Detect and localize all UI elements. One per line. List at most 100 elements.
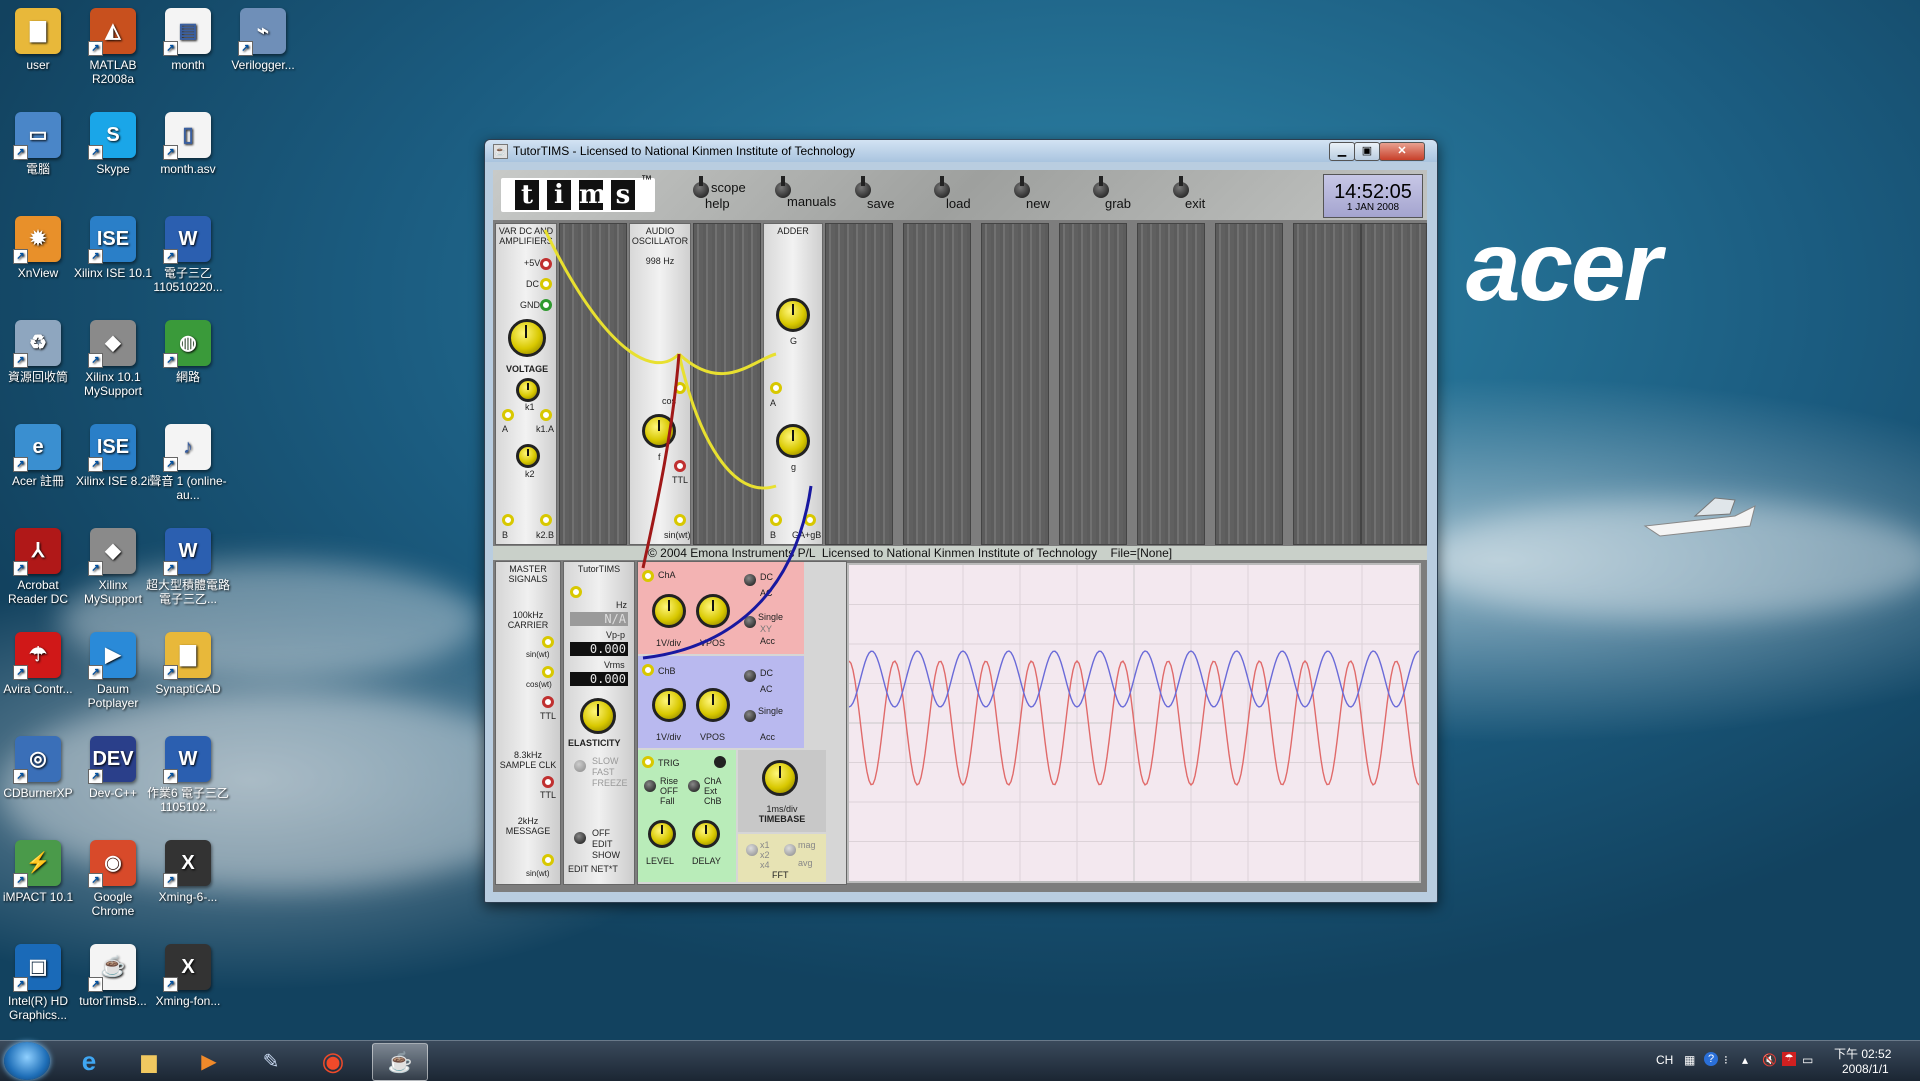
chrome-taskbar-button[interactable]: ◉ xyxy=(306,1043,360,1079)
desktop-icon[interactable]: ♪聲音 1 (online-au... xyxy=(146,424,230,502)
adder-out-socket[interactable] xyxy=(804,514,816,526)
desktop-icon[interactable]: ✹ XnView xyxy=(0,216,80,280)
media-taskbar-button[interactable]: ▶ xyxy=(182,1043,236,1079)
clock-date-tray[interactable]: 2008/1/1 xyxy=(1842,1062,1889,1076)
network-tray-icon[interactable]: ▭ xyxy=(1802,1053,1813,1067)
meter-input-socket[interactable] xyxy=(570,586,582,598)
level-knob[interactable] xyxy=(648,820,676,848)
a-input-socket[interactable] xyxy=(502,409,514,421)
start-button[interactable] xyxy=(4,1042,50,1080)
k2b-output-socket[interactable] xyxy=(540,514,552,526)
trig-source-switch[interactable] xyxy=(688,780,700,792)
elasticity-knob[interactable] xyxy=(580,698,616,734)
empty-slot[interactable] xyxy=(693,223,761,545)
trig-input-socket[interactable] xyxy=(642,756,654,768)
desktop-icon[interactable]: ▤ month xyxy=(146,8,230,72)
desktop-icon[interactable]: ISE Xilinx ISE 10.1 xyxy=(71,216,155,280)
gnd-socket[interactable] xyxy=(540,299,552,311)
fft-mode-switch[interactable] xyxy=(784,844,796,856)
carrier-sin-socket[interactable] xyxy=(542,636,554,648)
cha-vpos-knob[interactable] xyxy=(696,594,730,628)
cha-coupling-switch[interactable] xyxy=(744,574,756,586)
desktop-icon[interactable]: ◭MATLAB R2008a xyxy=(71,8,155,86)
empty-slot[interactable] xyxy=(981,223,1049,545)
desktop-icon[interactable]: ☕ tutorTimsB... xyxy=(71,944,155,1008)
k1-knob[interactable] xyxy=(516,378,540,402)
adder-A-socket[interactable] xyxy=(770,382,782,394)
desktop-icon[interactable]: ISE Xilinx ISE 8.2i xyxy=(71,424,155,488)
chb-vdiv-knob[interactable] xyxy=(652,688,686,722)
speed-switch[interactable] xyxy=(574,760,586,772)
empty-slot[interactable] xyxy=(825,223,893,545)
desktop-icon[interactable]: e Acer 註冊 xyxy=(0,424,80,488)
chb-input-socket[interactable] xyxy=(642,664,654,676)
cha-vdiv-knob[interactable] xyxy=(652,594,686,628)
explorer-taskbar-button[interactable]: ▆ xyxy=(122,1043,176,1079)
fft-scale-switch[interactable] xyxy=(746,844,758,856)
maximize-button[interactable]: ▣ xyxy=(1354,142,1380,161)
tool-taskbar-button[interactable]: ✎ xyxy=(244,1043,298,1079)
trig-slope-switch[interactable] xyxy=(644,780,656,792)
empty-slot[interactable] xyxy=(1059,223,1127,545)
empty-slot[interactable] xyxy=(1361,223,1427,545)
desktop-icon[interactable]: ▶Daum Potplayer xyxy=(71,632,155,710)
minimize-button[interactable]: ▁ xyxy=(1329,142,1355,161)
cha-mode-switch[interactable] xyxy=(744,616,756,628)
plus5v-socket[interactable] xyxy=(540,258,552,270)
empty-slot[interactable] xyxy=(559,223,627,545)
desktop-icon[interactable]: W作業6 電子三乙1105102... xyxy=(146,736,230,814)
adder-G-knob[interactable] xyxy=(776,298,810,332)
carrier-cos-socket[interactable] xyxy=(542,666,554,678)
desktop-icon[interactable]: W電子三乙 110510220... xyxy=(146,216,230,294)
carrier-ttl-socket[interactable] xyxy=(542,696,554,708)
keyboard-icon[interactable]: ▦ xyxy=(1684,1053,1695,1067)
desktop-icon[interactable]: ☂ Avira Contr... xyxy=(0,632,80,696)
empty-slot[interactable] xyxy=(903,223,971,545)
adder-B-socket[interactable] xyxy=(770,514,782,526)
cos-socket[interactable] xyxy=(674,382,686,394)
message-sin-socket[interactable] xyxy=(542,854,554,866)
java-taskbar-button[interactable]: ☕ xyxy=(372,1043,428,1081)
desktop-icon[interactable]: ◆Xilinx MySupport xyxy=(71,528,155,606)
options-icon[interactable]: ⁝ xyxy=(1724,1053,1728,1067)
desktop-icon[interactable]: ⌁ Verilogger... xyxy=(221,8,305,72)
window-titlebar[interactable]: ☕ TutorTIMS - Licensed to National Kinme… xyxy=(485,140,1437,162)
adder-g-knob[interactable] xyxy=(776,424,810,458)
sample-ttl-socket[interactable] xyxy=(542,776,554,788)
empty-slot[interactable] xyxy=(1137,223,1205,545)
desktop-icon[interactable]: ▇ SynaptiCAD xyxy=(146,632,230,696)
desktop-icon[interactable]: ◍ 網路 xyxy=(146,320,230,384)
dc-socket[interactable] xyxy=(540,278,552,290)
antivirus-icon[interactable]: ☂ xyxy=(1782,1052,1796,1066)
desktop-icon[interactable]: DEV Dev-C++ xyxy=(71,736,155,800)
desktop-icon[interactable]: ▯ month.asv xyxy=(146,112,230,176)
desktop-icon[interactable]: X Xming-6-... xyxy=(146,840,230,904)
desktop-icon[interactable]: ▣Intel(R) HD Graphics... xyxy=(0,944,80,1022)
k1a-output-socket[interactable] xyxy=(540,409,552,421)
clock-time-tray[interactable]: 下午 02:52 xyxy=(1834,1045,1891,1062)
desktop-icon[interactable]: ⚡ iMPACT 10.1 xyxy=(0,840,80,904)
timebase-knob[interactable] xyxy=(762,760,798,796)
volume-muted-icon[interactable]: 🔇 xyxy=(1762,1053,1777,1067)
desktop-icon[interactable]: X Xming-fon... xyxy=(146,944,230,1008)
chb-vpos-knob[interactable] xyxy=(696,688,730,722)
ie-taskbar-button[interactable]: e xyxy=(62,1043,116,1079)
show-hidden-icon[interactable]: ▴ xyxy=(1742,1053,1748,1067)
chb-coupling-switch[interactable] xyxy=(744,670,756,682)
ttl-socket[interactable] xyxy=(674,460,686,472)
help-icon[interactable]: ? xyxy=(1704,1052,1718,1066)
desktop-icon[interactable]: ◉Google Chrome xyxy=(71,840,155,918)
delay-knob[interactable] xyxy=(692,820,720,848)
desktop-icon[interactable]: ▭ 電腦 xyxy=(0,112,80,176)
voltage-knob[interactable] xyxy=(508,319,546,357)
desktop-icon[interactable]: ◎ CDBurnerXP xyxy=(0,736,80,800)
desktop-icon[interactable]: ▇ user xyxy=(0,8,80,72)
cha-input-socket[interactable] xyxy=(642,570,654,582)
desktop-icon[interactable]: S Skype xyxy=(71,112,155,176)
empty-slot[interactable] xyxy=(1215,223,1283,545)
desktop-icon[interactable]: ♻ 資源回收筒 xyxy=(0,320,80,384)
desktop-icon[interactable]: ◆Xilinx 10.1 MySupport xyxy=(71,320,155,398)
close-button[interactable]: ✕ xyxy=(1379,142,1425,161)
frequency-knob[interactable] xyxy=(642,414,676,448)
desktop-icon[interactable]: ⅄Acrobat Reader DC xyxy=(0,528,80,606)
